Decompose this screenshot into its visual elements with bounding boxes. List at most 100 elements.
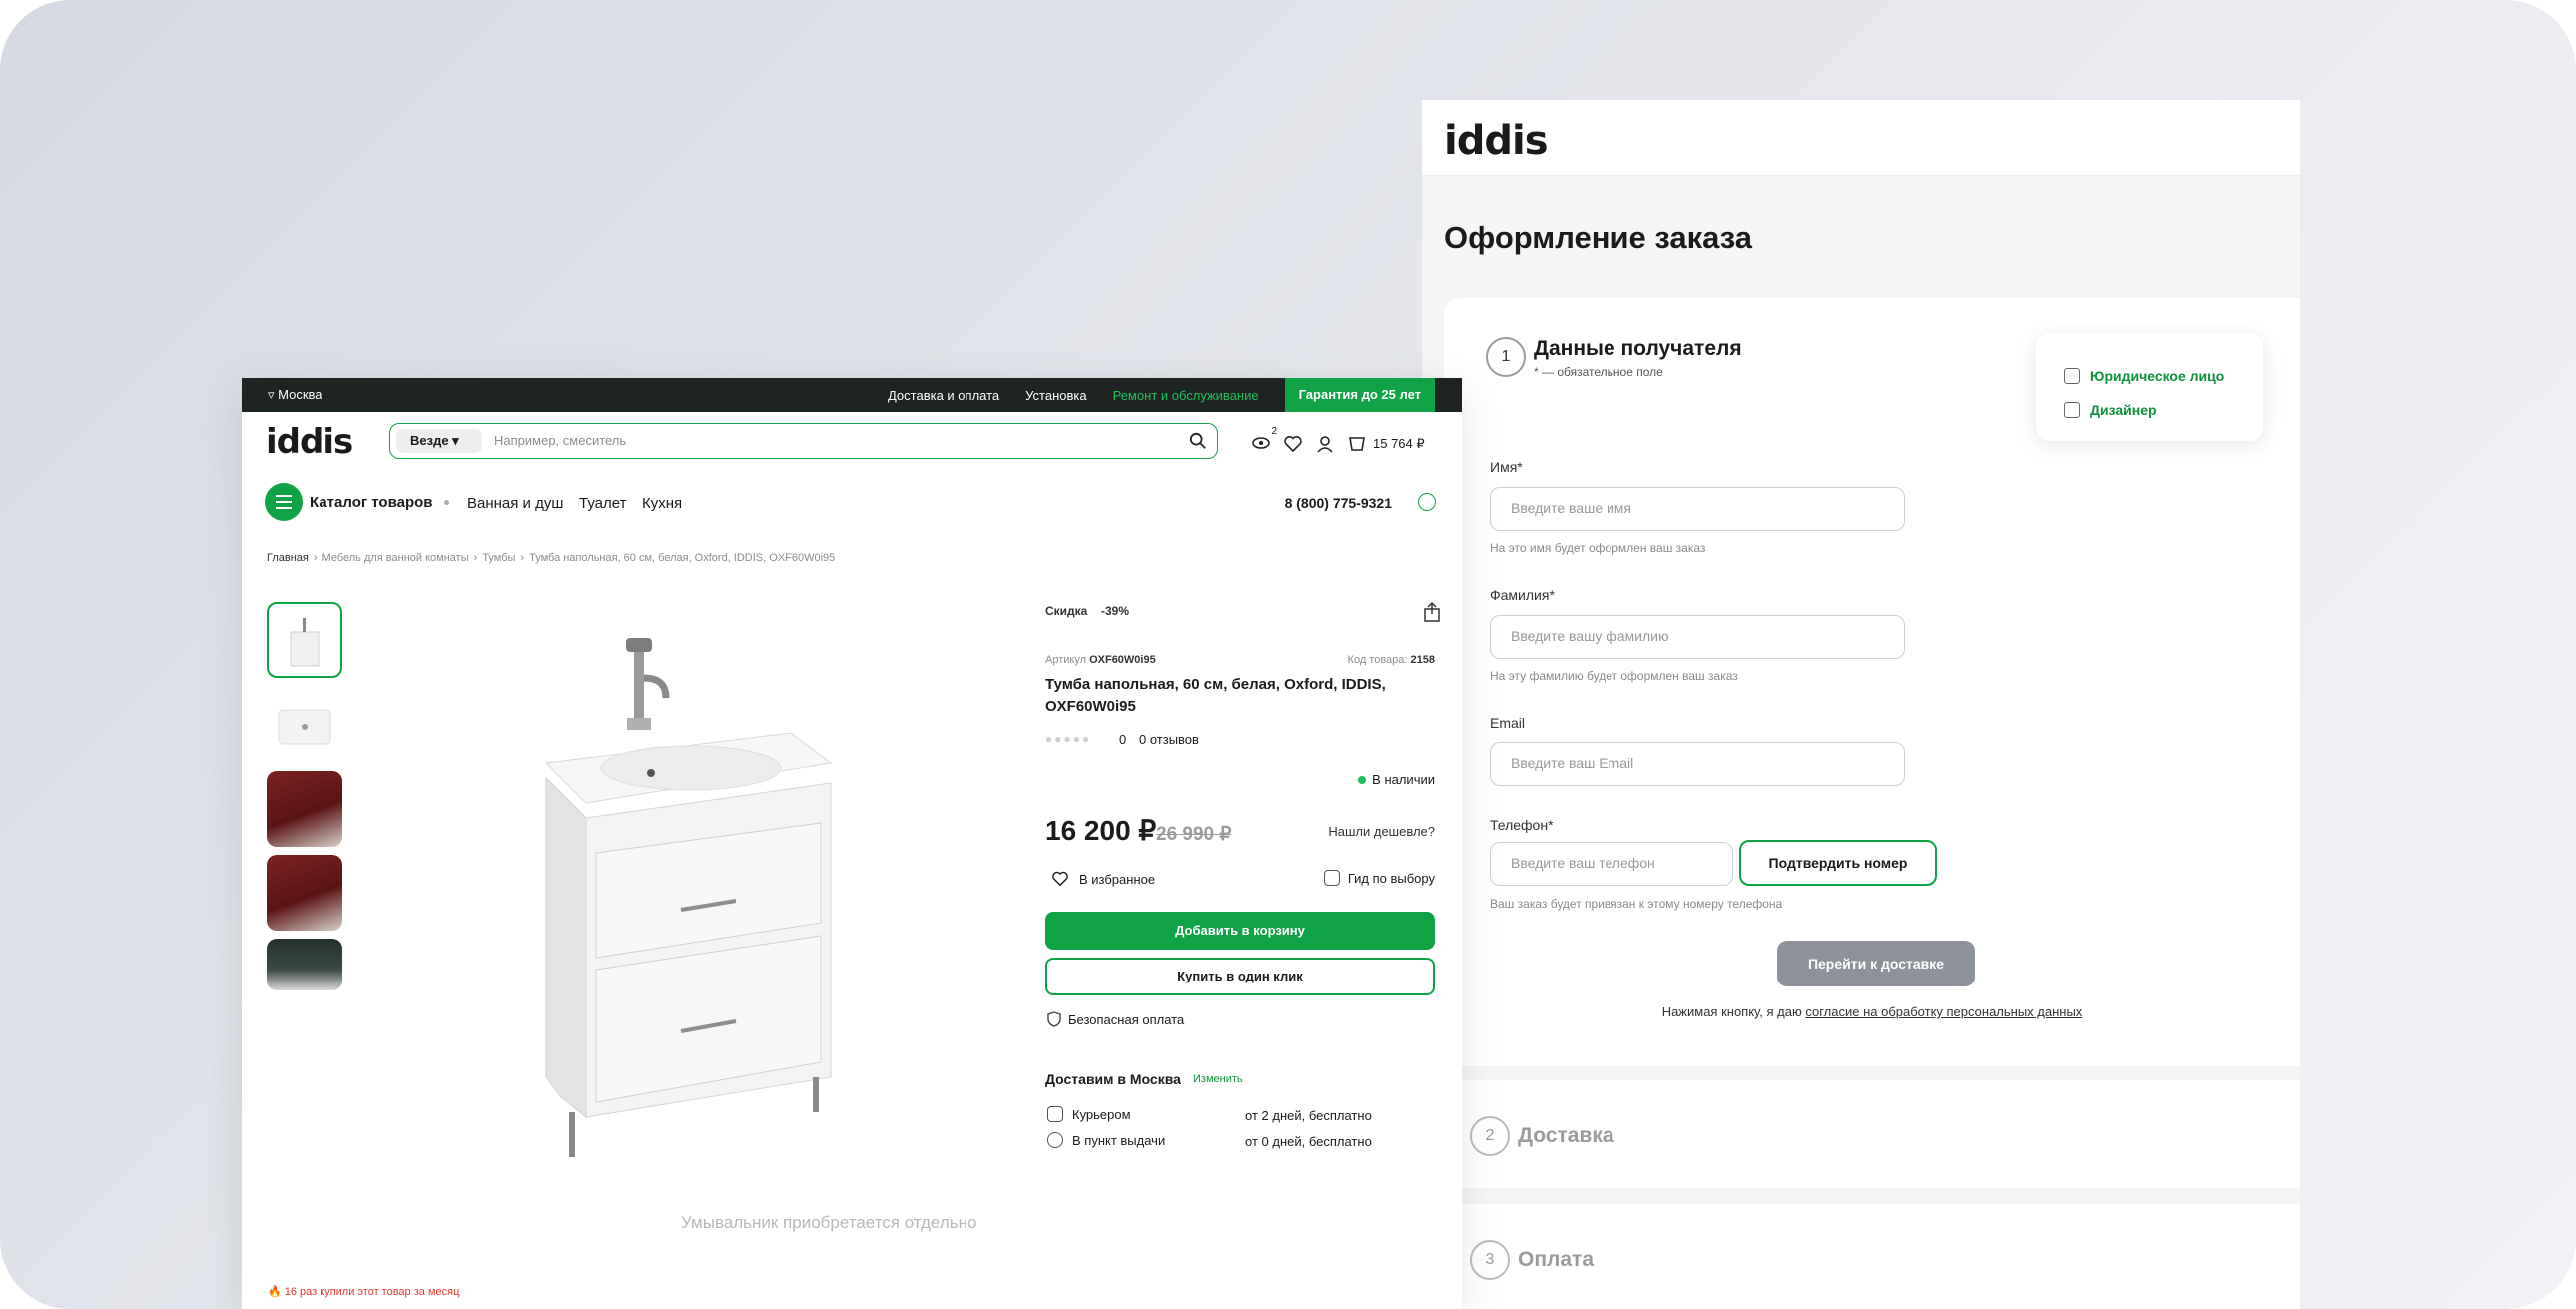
rating-value: 0 (1119, 732, 1127, 747)
consent-link[interactable]: согласие на обработку персональных данны… (1805, 1004, 2082, 1019)
breadcrumb-item[interactable]: Главная (267, 552, 309, 564)
search-bar[interactable]: Везде ▾ Например, смеситель (389, 423, 1218, 459)
breadcrumb-item[interactable]: Тумбы (482, 552, 515, 564)
payment-step-card[interactable]: 3 Оплата (1444, 1204, 2300, 1309)
person-icon (2064, 368, 2080, 384)
compare-icon[interactable]: 2 (1251, 426, 1277, 455)
go-to-delivery-button[interactable]: Перейти к доставке (1777, 941, 1975, 986)
required-note: * — обязательное поле (1534, 365, 1663, 379)
catalog-link[interactable]: Каталог товаров (310, 494, 433, 511)
found-cheaper-link[interactable]: Нашли дешевле? (1328, 824, 1435, 839)
catalog-menu-button[interactable] (265, 483, 303, 521)
top-bar: ▿ Москва Доставка и оплата Установка Рем… (242, 378, 1462, 412)
search-input[interactable]: Например, смеситель (494, 433, 626, 448)
email-label: Email (1490, 715, 1526, 731)
confirm-phone-button[interactable]: Подтвердить номер (1739, 840, 1937, 886)
phone-input[interactable]: Введите ваш телефон (1490, 842, 1733, 886)
header-icons: 2 15 764 ₽ (1251, 426, 1425, 455)
current-price: 16 200 ₽ (1045, 815, 1157, 846)
compare-count: 2 (1271, 426, 1277, 437)
legal-entity-label: Юридическое лицо (2090, 368, 2225, 384)
step-title: Доставка (1518, 1124, 1614, 1147)
checkout-window: iddis Оформление заказа 1 Данные получат… (1422, 100, 2300, 1309)
rating-stars[interactable]: ●●●●● (1045, 732, 1091, 746)
breadcrumb: Главная › Мебель для ванной комнаты › Тумбы ›… (267, 552, 836, 564)
checkout-body: Оформление заказа 1 Данные получателя * … (1422, 176, 2300, 1309)
product-title: Тумба напольная, 60 см, белая, Oxford, I… (1045, 676, 1386, 715)
nav-link-bath[interactable]: Ванная и душ (467, 495, 563, 512)
sale-badge: Скидка (1045, 600, 1090, 622)
top-link-service[interactable]: Ремонт и обслуживание (1113, 388, 1259, 403)
step-number: 3 (1470, 1240, 1510, 1280)
name-hint: На это имя будет оформлен ваш заказ (1490, 541, 1706, 555)
search-icon[interactable] (1189, 432, 1207, 450)
article-value: OXF60W0i95 (1089, 654, 1156, 666)
nav-row: Каталог товаров Ванная и душ Туалет Кухн… (242, 483, 1462, 523)
thumbnail-5[interactable] (267, 939, 342, 990)
surname-hint: На эту фамилию будет оформлен ваш заказ (1490, 669, 1738, 683)
courier-label: Курьером (1072, 1106, 1131, 1122)
cart-icon (1349, 436, 1365, 451)
breadcrumb-item: Тумба напольная, 60 см, белая, Oxford, I… (529, 552, 836, 564)
search-scope-dropdown[interactable]: Везде ▾ (396, 429, 482, 453)
nav-link-kitchen[interactable]: Кухня (642, 495, 682, 512)
safe-payment-label: Безопасная оплата (1068, 1011, 1185, 1027)
change-city-link[interactable]: Изменить (1193, 1073, 1243, 1085)
legal-entity-link[interactable]: Юридическое лицо (2064, 359, 2263, 393)
top-link-delivery[interactable]: Доставка и оплата (888, 388, 999, 403)
cart-total: 15 764 ₽ (1373, 435, 1425, 451)
surname-label: Фамилия* (1490, 587, 1555, 603)
thumbnail-2[interactable] (267, 688, 342, 764)
thumbnail-1[interactable] (267, 602, 342, 678)
warranty-badge[interactable]: Гарантия до 25 лет (1284, 378, 1435, 412)
step-number: 2 (1470, 1116, 1510, 1156)
shield-icon (1047, 1011, 1061, 1027)
article-number: Артикул OXF60W0i95 (1045, 654, 1156, 666)
code-label: Код товара: (1347, 654, 1408, 666)
designer-icon (2064, 402, 2080, 418)
delivery-heading: Доставим в Москва (1045, 1071, 1181, 1087)
name-label: Имя* (1490, 459, 1523, 475)
entity-type-box: Юридическое лицо Дизайнер (2036, 333, 2263, 441)
courier-icon (1047, 1106, 1063, 1122)
share-icon[interactable] (1423, 602, 1441, 622)
name-input[interactable]: Введите ваше имя (1490, 487, 1905, 531)
designer-label: Дизайнер (2090, 402, 2157, 418)
delivery-step-card[interactable]: 2 Доставка (1444, 1080, 2300, 1188)
heart-icon[interactable] (1283, 434, 1303, 454)
buying-guide-link[interactable]: Гид по выбору (1323, 870, 1435, 886)
heart-icon (1052, 871, 1068, 887)
pickup-option: В пункт выдачи (1047, 1132, 1165, 1148)
top-links: Доставка и оплата Установка Ремонт и обс… (888, 378, 1462, 412)
info-icon[interactable] (1418, 493, 1436, 511)
top-link-install[interactable]: Установка (1025, 388, 1086, 403)
add-to-favorites[interactable]: В избранное (1051, 870, 1155, 888)
reviews-link[interactable]: 0 отзывов (1139, 732, 1199, 747)
safe-payment: Безопасная оплата (1047, 1011, 1184, 1027)
product-image (544, 638, 833, 1157)
designer-link[interactable]: Дизайнер (2064, 393, 2263, 427)
city-selector[interactable]: ▿ Москва (268, 387, 322, 403)
iddis-logo[interactable]: iddis (266, 422, 353, 462)
nav-link-toilet[interactable]: Туалет (579, 495, 626, 512)
search-scope-label: Везде (410, 433, 449, 448)
iddis-logo[interactable]: iddis (1444, 118, 1548, 164)
breadcrumb-item[interactable]: Мебель для ванной комнаты (322, 552, 469, 564)
add-to-cart-button[interactable]: Добавить в корзину (1045, 912, 1435, 950)
consent-prefix: Нажимая кнопку, я даю (1661, 1004, 1806, 1019)
pickup-label: В пункт выдачи (1072, 1132, 1166, 1148)
recipient-card: 1 Данные получателя * — обязательное пол… (1444, 298, 2300, 1066)
pickup-value: от 0 дней, бесплатно (1245, 1134, 1372, 1149)
user-icon[interactable] (1315, 434, 1335, 454)
image-note: Умывальник приобретается отдельно (681, 1213, 977, 1232)
buy-one-click-button[interactable]: Купить в один клик (1045, 958, 1435, 995)
surname-input[interactable]: Введите вашу фамилию (1490, 615, 1905, 659)
thumbnail-4[interactable] (267, 855, 342, 931)
product-code: Код товара: 2158 (1348, 654, 1435, 666)
step-title: Оплата (1518, 1248, 1595, 1271)
phone-number[interactable]: 8 (800) 775-9321 (1285, 495, 1392, 511)
email-input[interactable]: Введите ваш Email (1490, 742, 1905, 786)
bought-count-note: 🔥 16 раз купили этот товар за месяц (268, 1286, 460, 1298)
cart-button[interactable]: 15 764 ₽ (1347, 434, 1425, 454)
thumbnail-3[interactable] (267, 771, 342, 847)
